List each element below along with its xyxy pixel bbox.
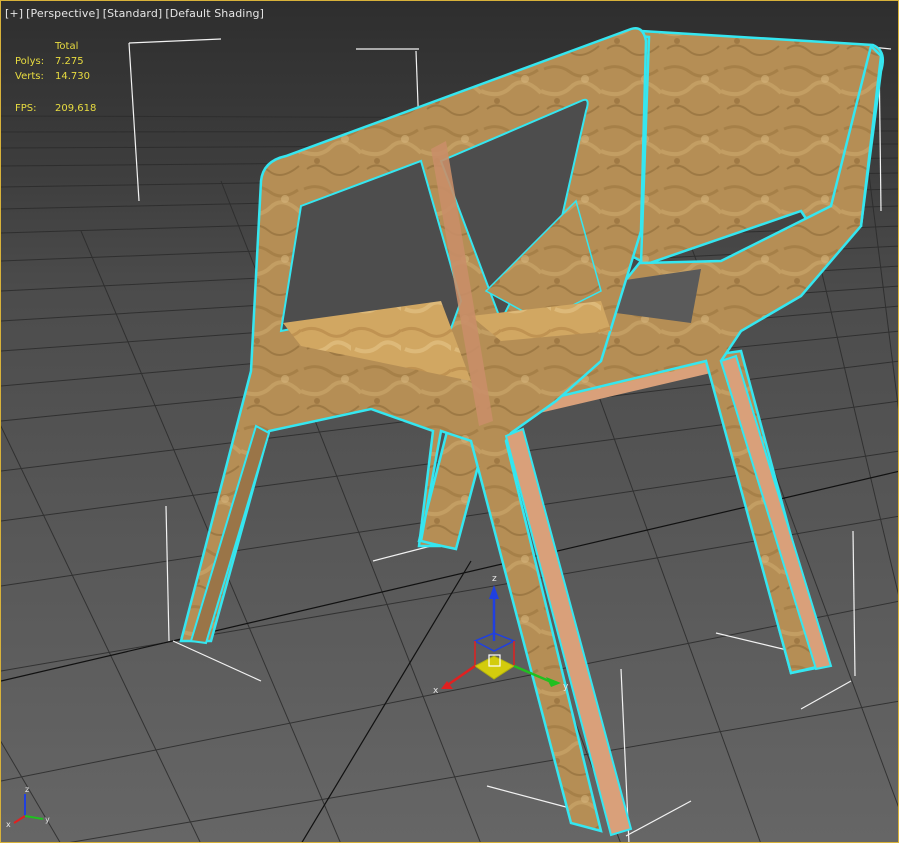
stats-fps-label: FPS: [15, 103, 37, 114]
viewport-menu-point-of-view[interactable]: [Perspective] [26, 7, 100, 20]
viewport-menu-plus[interactable]: [+] [5, 7, 23, 20]
viewport-scene[interactable]: z x y z x y [1, 1, 899, 843]
stats-header: Total [55, 41, 79, 52]
stats-fps-row: FPS: 209,618 [15, 101, 96, 116]
stats-verts-row: Verts: 14.730 [15, 69, 96, 84]
stats-polys-label: Polys: [15, 56, 45, 67]
stats-verts-value: 14.730 [55, 71, 90, 82]
viewport-menu-shading[interactable]: [Default Shading] [165, 7, 264, 20]
perspective-viewport[interactable]: z x y z x y [+] [Perspective] [Standard] [D… [0, 0, 899, 843]
gizmo-x-label: x [433, 686, 439, 696]
stats-polys-value: 7.275 [55, 56, 84, 67]
viewport-label-menu: [+] [Perspective] [Standard] [Default Shadi… [5, 7, 267, 20]
viewport-statistics: Total Polys: 7.275 Verts: 14.730 FPS: 20… [15, 39, 96, 116]
tripod-y-label: y [45, 815, 50, 824]
stats-polys-row: Polys: 7.275 [15, 54, 96, 69]
gizmo-y-label: y [563, 682, 569, 692]
viewport-menu-standard[interactable]: [Standard] [103, 7, 163, 20]
stats-fps-value: 209,618 [55, 103, 97, 114]
gizmo-z-label: z [492, 574, 497, 584]
stats-verts-label: Verts: [15, 71, 44, 82]
tripod-x-label: x [6, 820, 11, 829]
tripod-z-label: z [25, 785, 29, 794]
